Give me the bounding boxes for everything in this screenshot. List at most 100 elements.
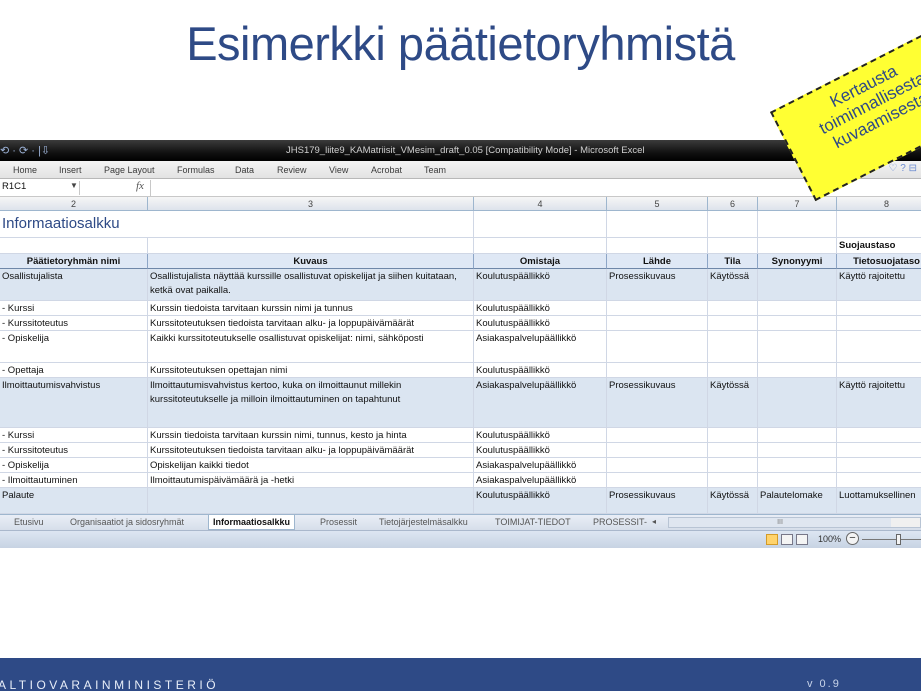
cell-description[interactable]: Kurssin tiedoista tarvitaan kurssin nimi… bbox=[148, 428, 474, 443]
zoom-slider-thumb[interactable] bbox=[896, 534, 901, 545]
cell-source[interactable] bbox=[607, 363, 708, 378]
cell-name[interactable]: - Kurssi bbox=[0, 428, 148, 443]
cell[interactable] bbox=[474, 238, 607, 254]
column-header[interactable]: 4 bbox=[474, 197, 607, 211]
table-header[interactable]: Tila bbox=[708, 254, 758, 269]
cell-source[interactable] bbox=[607, 316, 708, 331]
cell-name[interactable]: - Kurssi bbox=[0, 301, 148, 316]
cell-name[interactable]: - Opettaja bbox=[0, 363, 148, 378]
tab-page-layout[interactable]: Page Layout bbox=[104, 165, 155, 175]
table-header[interactable]: Päätietoryhmän nimi bbox=[0, 254, 148, 269]
cell-name[interactable]: Osallistujalista bbox=[0, 269, 148, 301]
column-header[interactable]: 6 bbox=[708, 197, 758, 211]
cell-synonym[interactable] bbox=[758, 331, 837, 363]
cell-name[interactable]: - Kurssitoteutus bbox=[0, 316, 148, 331]
column-header[interactable]: 5 bbox=[607, 197, 708, 211]
cell-synonym[interactable] bbox=[758, 473, 837, 488]
sheet-tab-toimijat-tiedot[interactable]: TOIMIJAT-TIEDOT bbox=[495, 517, 571, 527]
scrollbar-thumb[interactable]: III bbox=[669, 518, 891, 527]
sheet-tab-tietojarjestelmasalkku[interactable]: Tietojärjestelmäsalkku bbox=[379, 517, 468, 527]
cell-synonym[interactable] bbox=[758, 316, 837, 331]
cell[interactable] bbox=[837, 211, 921, 238]
cell-status[interactable]: Käytössä bbox=[708, 488, 758, 514]
cell-synonym[interactable] bbox=[758, 378, 837, 428]
cell-status[interactable] bbox=[708, 473, 758, 488]
tab-review[interactable]: Review bbox=[277, 165, 307, 175]
cell-status[interactable] bbox=[708, 316, 758, 331]
cell-status[interactable]: Käytössä bbox=[708, 269, 758, 301]
cell-synonym[interactable] bbox=[758, 458, 837, 473]
cell-name[interactable]: - Opiskelija bbox=[0, 331, 148, 363]
cell-privacy[interactable] bbox=[837, 363, 921, 378]
tab-formulas[interactable]: Formulas bbox=[177, 165, 215, 175]
page-break-view-icon[interactable] bbox=[796, 534, 808, 545]
table-header[interactable]: Tietosuojataso bbox=[837, 254, 921, 269]
cell-status[interactable]: Käytössä bbox=[708, 378, 758, 428]
table-header[interactable]: Omistaja bbox=[474, 254, 607, 269]
cell-privacy[interactable] bbox=[837, 428, 921, 443]
cell-owner[interactable]: Koulutuspäällikkö bbox=[474, 269, 607, 301]
table-header[interactable]: Kuvaus bbox=[148, 254, 474, 269]
cell-status[interactable] bbox=[708, 458, 758, 473]
cell-description[interactable]: Ilmoittautumisvahvistus kertoo, kuka on … bbox=[148, 378, 474, 428]
cell-owner[interactable]: Asiakaspalvelupäällikkö bbox=[474, 458, 607, 473]
tab-data[interactable]: Data bbox=[235, 165, 254, 175]
cell-privacy[interactable] bbox=[837, 301, 921, 316]
sheet-title[interactable]: Informaatiosalkku bbox=[0, 211, 148, 238]
cell[interactable] bbox=[474, 211, 607, 238]
cell-name[interactable]: Ilmoittautumisvahvistus bbox=[0, 378, 148, 428]
tab-view[interactable]: View bbox=[329, 165, 348, 175]
cell-owner[interactable]: Koulutuspäällikkö bbox=[474, 488, 607, 514]
cell[interactable] bbox=[758, 238, 837, 254]
column-header[interactable]: 7 bbox=[758, 197, 837, 211]
table-header[interactable]: Synonyymi bbox=[758, 254, 837, 269]
cell-status[interactable] bbox=[708, 443, 758, 458]
column-header[interactable]: 2 bbox=[0, 197, 148, 211]
cell-source[interactable] bbox=[607, 301, 708, 316]
sheet-tab-organisaatiot[interactable]: Organisaatiot ja sidosryhmät bbox=[70, 517, 184, 527]
cell-privacy[interactable] bbox=[837, 458, 921, 473]
cell[interactable] bbox=[0, 238, 148, 254]
sheet-tab-prosessit[interactable]: Prosessit bbox=[320, 517, 357, 527]
cell-status[interactable] bbox=[708, 301, 758, 316]
horizontal-scrollbar[interactable]: III bbox=[668, 517, 921, 528]
cell-status[interactable] bbox=[708, 331, 758, 363]
cell-privacy[interactable] bbox=[837, 316, 921, 331]
cell-name[interactable]: - Kurssitoteutus bbox=[0, 443, 148, 458]
cell-description[interactable]: Ilmoittautumispäivämäärä ja -hetki bbox=[148, 473, 474, 488]
cell-source[interactable]: Prosessikuvaus bbox=[607, 378, 708, 428]
cell-owner[interactable]: Koulutuspäällikkö bbox=[474, 301, 607, 316]
cell-owner[interactable]: Asiakaspalvelupäällikkö bbox=[474, 378, 607, 428]
cell-owner[interactable]: Koulutuspäällikkö bbox=[474, 443, 607, 458]
cell[interactable] bbox=[607, 238, 708, 254]
cell[interactable] bbox=[148, 238, 474, 254]
cell-privacy[interactable] bbox=[837, 443, 921, 458]
cell-name[interactable]: Palaute bbox=[0, 488, 148, 514]
cell-description[interactable]: Kurssitoteutuksen tiedoista tarvitaan al… bbox=[148, 316, 474, 331]
protection-level-header[interactable]: Suojaustaso bbox=[837, 238, 921, 254]
cell-synonym[interactable] bbox=[758, 428, 837, 443]
cell-owner[interactable]: Koulutuspäällikkö bbox=[474, 428, 607, 443]
sheet-tab-prosessit-2[interactable]: PROSESSIT- bbox=[593, 517, 647, 527]
cell[interactable] bbox=[607, 211, 708, 238]
name-box[interactable]: R1C1 bbox=[0, 181, 80, 195]
cell[interactable] bbox=[758, 211, 837, 238]
cell-description[interactable]: Opiskelijan kaikki tiedot bbox=[148, 458, 474, 473]
cell-description[interactable]: Kurssitoteutuksen tiedoista tarvitaan al… bbox=[148, 443, 474, 458]
cell-privacy[interactable] bbox=[837, 331, 921, 363]
cell-description[interactable]: Kaikki kurssitoteutukselle osallistuvat … bbox=[148, 331, 474, 363]
cell-synonym[interactable] bbox=[758, 443, 837, 458]
tab-team[interactable]: Team bbox=[424, 165, 446, 175]
page-layout-view-icon[interactable] bbox=[781, 534, 793, 545]
cell-synonym[interactable] bbox=[758, 269, 837, 301]
cell-synonym[interactable] bbox=[758, 363, 837, 378]
cell-owner[interactable]: Koulutuspäällikkö bbox=[474, 316, 607, 331]
cell-source[interactable] bbox=[607, 428, 708, 443]
cell-owner[interactable]: Asiakaspalvelupäällikkö bbox=[474, 473, 607, 488]
cell-privacy[interactable]: Käyttö rajoitettu bbox=[837, 378, 921, 428]
cell-status[interactable] bbox=[708, 428, 758, 443]
cell-privacy[interactable]: Käyttö rajoitettu bbox=[837, 269, 921, 301]
table-header[interactable]: Lähde bbox=[607, 254, 708, 269]
cell-source[interactable] bbox=[607, 458, 708, 473]
cell-description[interactable]: Kurssitoteutuksen opettajan nimi bbox=[148, 363, 474, 378]
